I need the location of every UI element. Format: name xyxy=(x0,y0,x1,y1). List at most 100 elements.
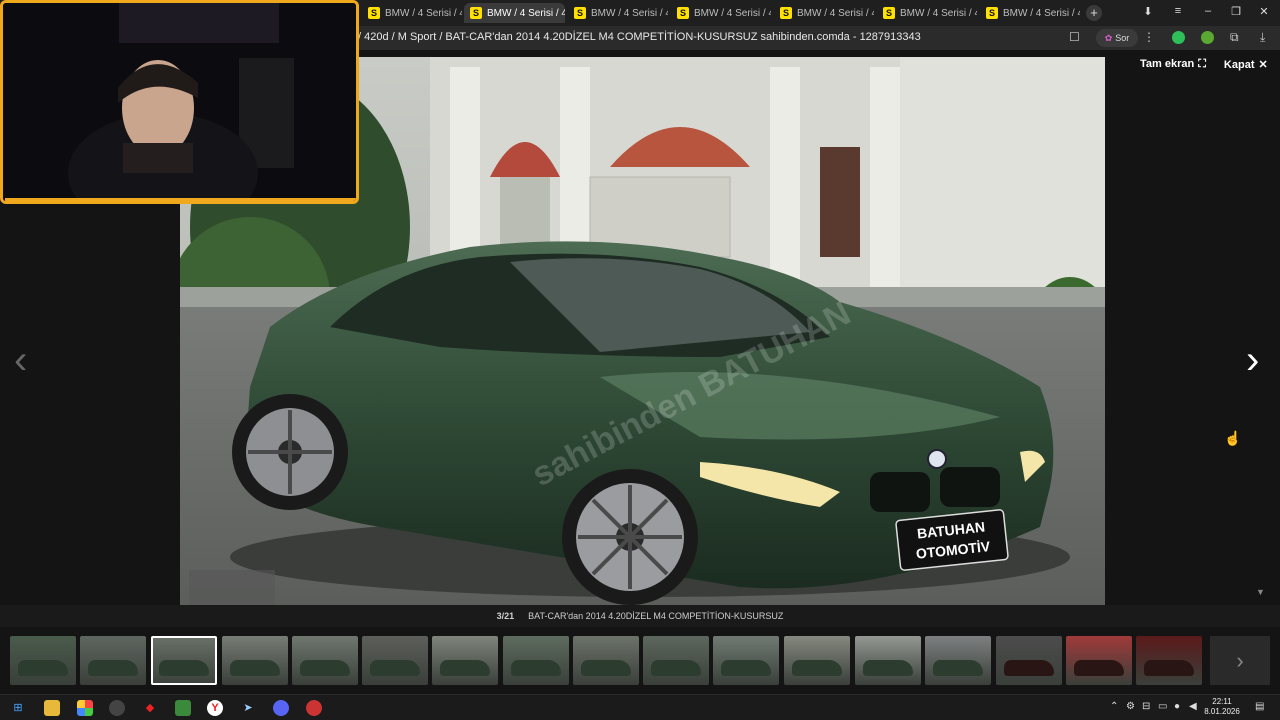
thumbnail[interactable] xyxy=(643,636,709,685)
browser-tab[interactable]: S BMW / 4 Serisi / 42 xyxy=(980,3,1080,23)
browser-tab[interactable]: S BMW / 4 Serisi / 42 xyxy=(877,3,977,23)
screen: S BMW / 4 Serisi / 42 S BMW / 4 Serisi / 42… xyxy=(0,0,1280,720)
window-close-button[interactable]: ✕ xyxy=(1256,5,1272,18)
photo-counter: 3/21 xyxy=(496,611,515,621)
yandex-icon[interactable]: Y xyxy=(207,700,223,716)
clock-time: 22:11 xyxy=(1212,697,1232,706)
thumbnail-car-shape xyxy=(721,660,771,676)
fullscreen-label: Tam ekran xyxy=(1140,58,1195,70)
extensions-puzzle-icon[interactable]: ⧉ xyxy=(1230,30,1239,45)
sahibinden-favicon-icon: S xyxy=(780,7,792,19)
thumbnail-car-shape xyxy=(88,660,138,676)
thumbnail[interactable] xyxy=(713,636,779,685)
fullscreen-button[interactable]: Tam ekran ⛶ xyxy=(1140,58,1206,71)
maximize-button[interactable]: ❐ xyxy=(1228,5,1244,18)
thumbnail[interactable] xyxy=(222,636,288,685)
extension-icon[interactable] xyxy=(1201,31,1214,44)
close-label: Kapat xyxy=(1223,59,1255,71)
thumbnail-car-shape xyxy=(18,660,68,676)
thumbnail[interactable] xyxy=(362,636,428,685)
start-icon[interactable]: ⊞ xyxy=(10,700,26,716)
record-app-icon[interactable] xyxy=(306,700,322,716)
chrome-icon[interactable] xyxy=(77,700,93,716)
webcam-frame-bar xyxy=(5,198,356,201)
tab-label: BMW / 4 Serisi / 42 xyxy=(487,7,565,19)
browser-tab[interactable]: SBMW / 4 Serisi / 42× xyxy=(464,3,565,23)
next-photo-arrow[interactable]: › xyxy=(1246,340,1259,380)
thumbnail-car-shape xyxy=(581,660,631,676)
sahibinden-favicon-icon: S xyxy=(986,7,998,19)
scroll-down-icon[interactable]: ▼ xyxy=(1256,587,1265,597)
clock-date: 8.01.2026 xyxy=(1204,707,1240,716)
discord-icon[interactable] xyxy=(273,700,289,716)
thumbnail[interactable] xyxy=(855,636,921,685)
clock[interactable]: 22:11 8.01.2026 xyxy=(1200,697,1244,717)
steam-icon[interactable]: ➤ xyxy=(240,700,256,716)
minimize-button[interactable]: – xyxy=(1200,5,1216,17)
obs-icon[interactable] xyxy=(109,700,125,716)
webcam-overlay xyxy=(0,0,359,204)
thumbnail-car-shape xyxy=(1004,660,1054,676)
ask-button-label: Sor xyxy=(1115,33,1130,43)
gallery-top-controls: Tam ekran ⛶ Kapat ✕ xyxy=(1140,58,1268,71)
thumbnail-car-shape xyxy=(300,660,350,676)
tray-network-icon[interactable]: ⊟ xyxy=(1142,701,1150,712)
hand-cursor-icon: ☝ xyxy=(1224,430,1242,446)
app-icon[interactable]: ◆ xyxy=(142,700,158,716)
tab-label: BMW / 4 Serisi / 42 xyxy=(797,7,874,19)
tab-label: BMW / 4 Serisi / 42 xyxy=(1003,7,1080,19)
thumbnail[interactable] xyxy=(784,636,850,685)
thumbnail[interactable] xyxy=(1136,636,1202,685)
thumbnail[interactable] xyxy=(573,636,639,685)
thumbnail-car-shape xyxy=(1144,660,1194,676)
tab-label: BMW / 4 Serisi / 42 xyxy=(591,7,668,19)
previous-photo-arrow[interactable]: ‹ xyxy=(14,340,27,380)
thumbnail-car-shape xyxy=(159,660,209,676)
thumbnail[interactable] xyxy=(925,636,991,685)
thumbnail[interactable] xyxy=(80,636,146,685)
fullscreen-icon: ⛶ xyxy=(1198,58,1206,70)
url-text[interactable]: / 420d / M Sport / BAT-CAR'dan 2014 4.20… xyxy=(358,31,921,43)
store-icon[interactable] xyxy=(175,700,191,716)
thumbnail-car-shape xyxy=(863,660,913,676)
close-gallery-button[interactable]: Kapat ✕ xyxy=(1224,58,1268,71)
more-menu-icon[interactable]: ⋮ xyxy=(1143,30,1155,44)
thumbnail-car-shape xyxy=(230,660,280,676)
new-tab-button[interactable]: + xyxy=(1086,5,1102,21)
thumbnail[interactable] xyxy=(10,636,76,685)
bookmark-icon[interactable]: ☐ xyxy=(1069,30,1080,44)
ask-button[interactable]: ✿ Sor xyxy=(1096,29,1138,47)
webcam-video xyxy=(3,3,356,201)
photo-caption: BAT-CAR'dan 2014 4.20DİZEL M4 COMPETİTİO… xyxy=(528,611,784,621)
file-explorer-icon[interactable] xyxy=(44,700,60,716)
browser-tab[interactable]: S BMW / 4 Serisi / 42 xyxy=(568,3,668,23)
download-icon[interactable]: ⤓ xyxy=(1260,30,1265,45)
profile-icon[interactable]: ⬇ xyxy=(1140,5,1156,18)
close-icon: ✕ xyxy=(1258,59,1268,71)
thumbnail-strip: › xyxy=(0,635,1280,688)
tray-overflow-icon[interactable]: ⌃ xyxy=(1110,701,1118,712)
tray-volume-icon[interactable]: ◀ xyxy=(1189,701,1197,712)
thumbnail[interactable] xyxy=(503,636,569,685)
sahibinden-favicon-icon: S xyxy=(883,7,895,19)
sahibinden-favicon-icon: S xyxy=(574,7,586,19)
thumbnail-car-shape xyxy=(511,660,561,676)
thumbnail-car-shape xyxy=(651,660,701,676)
thumbnail[interactable] xyxy=(151,636,217,685)
thumbnail-car-shape xyxy=(370,660,420,676)
thumbnail[interactable] xyxy=(996,636,1062,685)
browser-tab[interactable]: S BMW / 4 Serisi / 42 xyxy=(774,3,874,23)
thumbnail[interactable] xyxy=(1066,636,1132,685)
tab-search-icon[interactable]: ≡ xyxy=(1170,5,1186,17)
thumbnail[interactable] xyxy=(292,636,358,685)
thumbnail-next-arrow[interactable]: › xyxy=(1210,636,1270,685)
browser-tab[interactable]: S BMW / 4 Serisi / 42 xyxy=(671,3,771,23)
tray-mic-icon[interactable]: ● xyxy=(1174,701,1180,712)
thumbnail[interactable] xyxy=(432,636,498,685)
tray-display-icon[interactable]: ▭ xyxy=(1158,701,1167,712)
shield-extension-icon[interactable] xyxy=(1172,31,1185,44)
notification-icon[interactable]: ▤ xyxy=(1255,701,1264,712)
thumbnail-car-shape xyxy=(440,660,490,676)
browser-tab[interactable]: S BMW / 4 Serisi / 42 xyxy=(362,3,462,23)
tray-app-icon[interactable]: ⚙ xyxy=(1126,701,1135,712)
